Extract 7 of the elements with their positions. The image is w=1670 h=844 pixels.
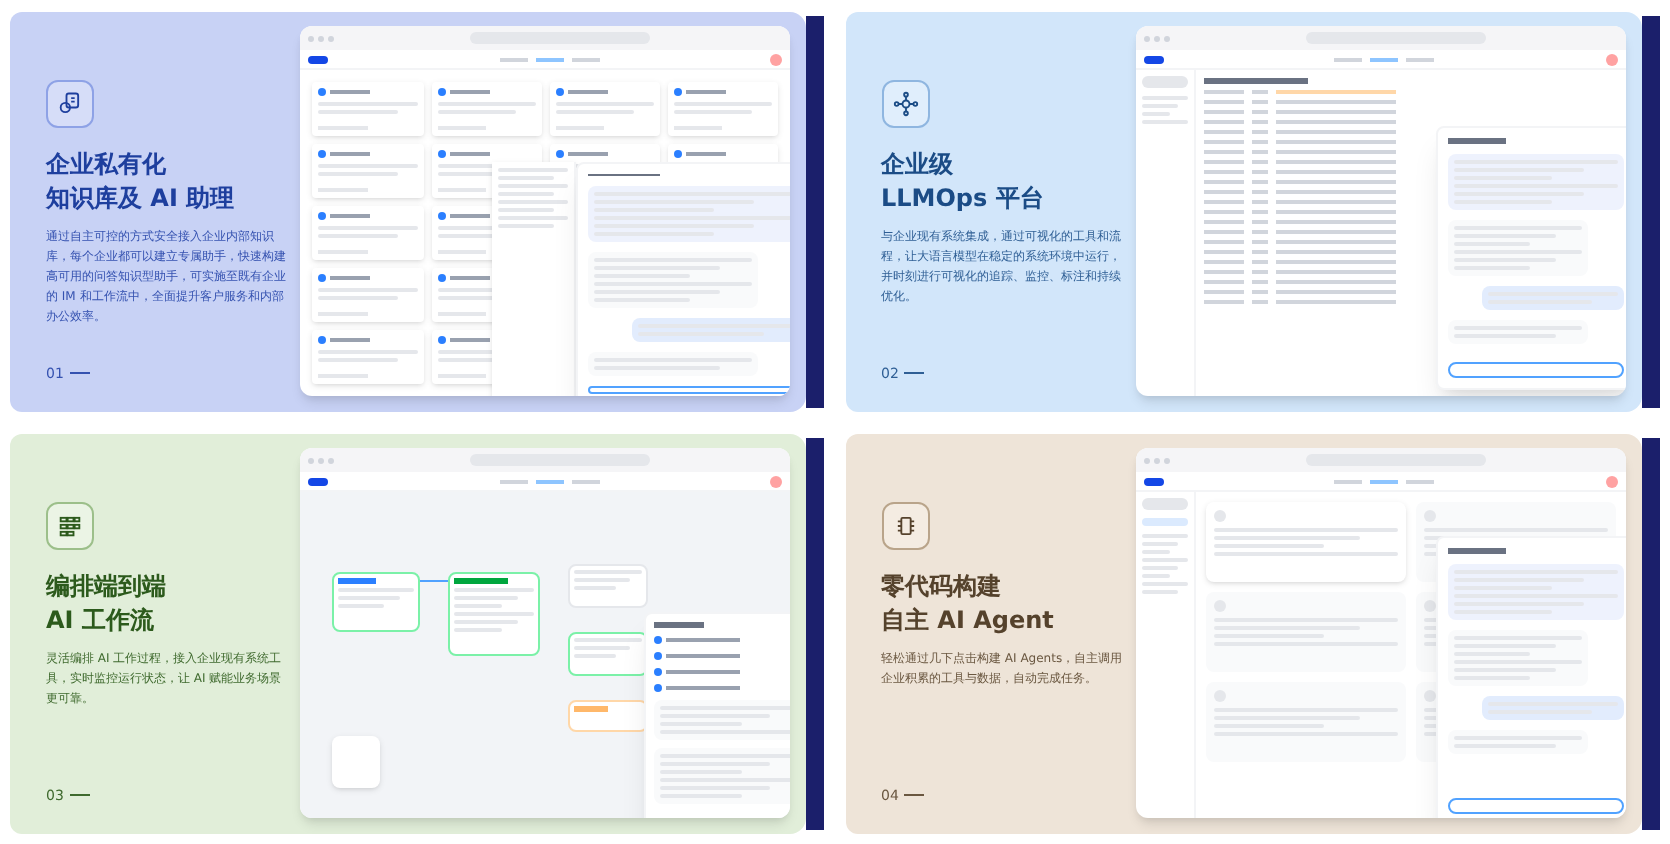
card-title: 企业级 LLMOps 平台 [881,148,1046,216]
document-chat-icon [56,90,84,118]
network-node-icon [891,90,919,118]
card-title: 企业私有化 知识库及 AI 助理 [46,148,237,216]
card-title: 编排端到端 AI 工作流 [46,570,168,638]
grid-blocks-icon [56,512,84,540]
card-title: 零代码构建 自主 AI Agent [881,570,1056,638]
